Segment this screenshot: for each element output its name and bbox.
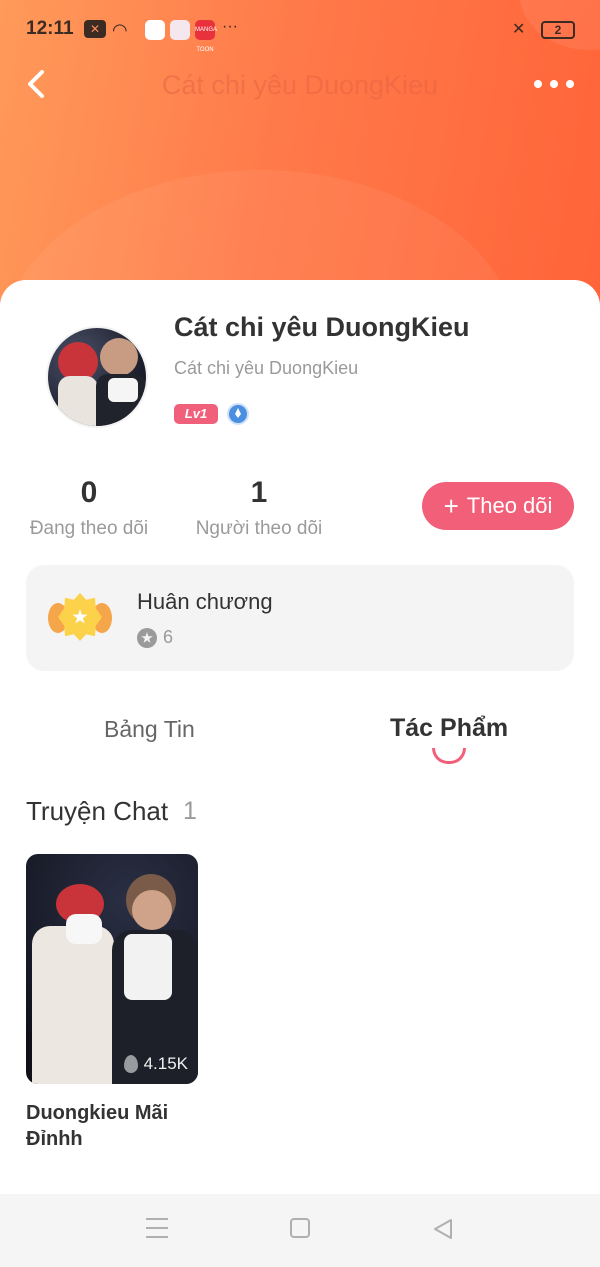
- followers-count: 1: [250, 476, 268, 509]
- gem-badge-icon: [227, 403, 249, 425]
- more-dot: [566, 80, 574, 88]
- more-dot: [550, 80, 558, 88]
- medal-star-icon: [137, 628, 157, 648]
- profile-name: Cát chi yêu DuongKieu: [174, 312, 470, 342]
- avatar[interactable]: [46, 326, 148, 428]
- system-navigation-bar: [0, 1194, 600, 1267]
- more-notifications-icon: ···: [222, 18, 238, 35]
- medal-icon: [48, 593, 112, 645]
- following-stat[interactable]: 0 Đang theo dõi: [26, 476, 152, 540]
- top-nav-bar: Cát chi yêu DuongKieu: [0, 56, 600, 112]
- wifi-icon: ◠: [112, 20, 128, 40]
- tab-works[interactable]: Tác Phẩm: [390, 714, 508, 743]
- nav-title: Cát chi yêu DuongKieu: [161, 70, 439, 100]
- app-notification-icon: [170, 20, 190, 40]
- back-nav-button[interactable]: [432, 1218, 454, 1240]
- notification-x-icon: ✕: [84, 20, 106, 38]
- mangatoon-notification-icon: MANGA TOON: [195, 20, 217, 53]
- following-count: 0: [80, 476, 98, 509]
- following-label: Đang theo dõi: [29, 518, 149, 539]
- level-badge: Lv1: [174, 404, 218, 424]
- medal-card[interactable]: Huân chương 6: [26, 565, 574, 671]
- more-options-button[interactable]: [534, 72, 574, 96]
- story-views: 4.15K: [123, 1054, 188, 1074]
- triangle-back-icon: [434, 1219, 452, 1239]
- app-notification-icon: [145, 20, 165, 40]
- followers-label: Người theo dõi: [195, 518, 323, 539]
- status-time: 12:11: [26, 18, 74, 39]
- battery-icon: 2: [541, 21, 575, 39]
- vibrate-off-icon: ✕: [512, 21, 526, 38]
- section-count: 1: [183, 797, 197, 825]
- follow-button[interactable]: + Theo dõi: [422, 482, 574, 530]
- plus-icon: +: [443, 491, 459, 521]
- menu-button[interactable]: [146, 1218, 168, 1238]
- section-title: Truyện Chat: [26, 796, 169, 826]
- more-dot: [534, 80, 542, 88]
- home-button[interactable]: [290, 1218, 310, 1238]
- story-title[interactable]: Duongkieu Mãi Đỉnhh: [26, 1100, 206, 1152]
- follow-button-label: Theo dõi: [466, 493, 553, 518]
- profile-handle: Cát chi yêu DuongKieu: [174, 358, 359, 378]
- active-tab-indicator: [432, 748, 466, 764]
- status-bar: 12:11 ✕ ◠ MANGA TOON ··· ✕ 2: [0, 0, 600, 60]
- story-cover[interactable]: 4.15K: [26, 854, 198, 1084]
- followers-stat[interactable]: 1 Người theo dõi: [192, 476, 326, 540]
- profile-card: Cát chi yêu DuongKieu Cát chi yêu DuongK…: [0, 280, 600, 1200]
- fire-icon: [123, 1055, 138, 1073]
- story-views-count: 4.15K: [143, 1054, 188, 1073]
- medal-title: Huân chương: [137, 589, 273, 614]
- medal-count: 6: [163, 627, 174, 647]
- tab-feed[interactable]: Bảng Tin: [104, 716, 195, 743]
